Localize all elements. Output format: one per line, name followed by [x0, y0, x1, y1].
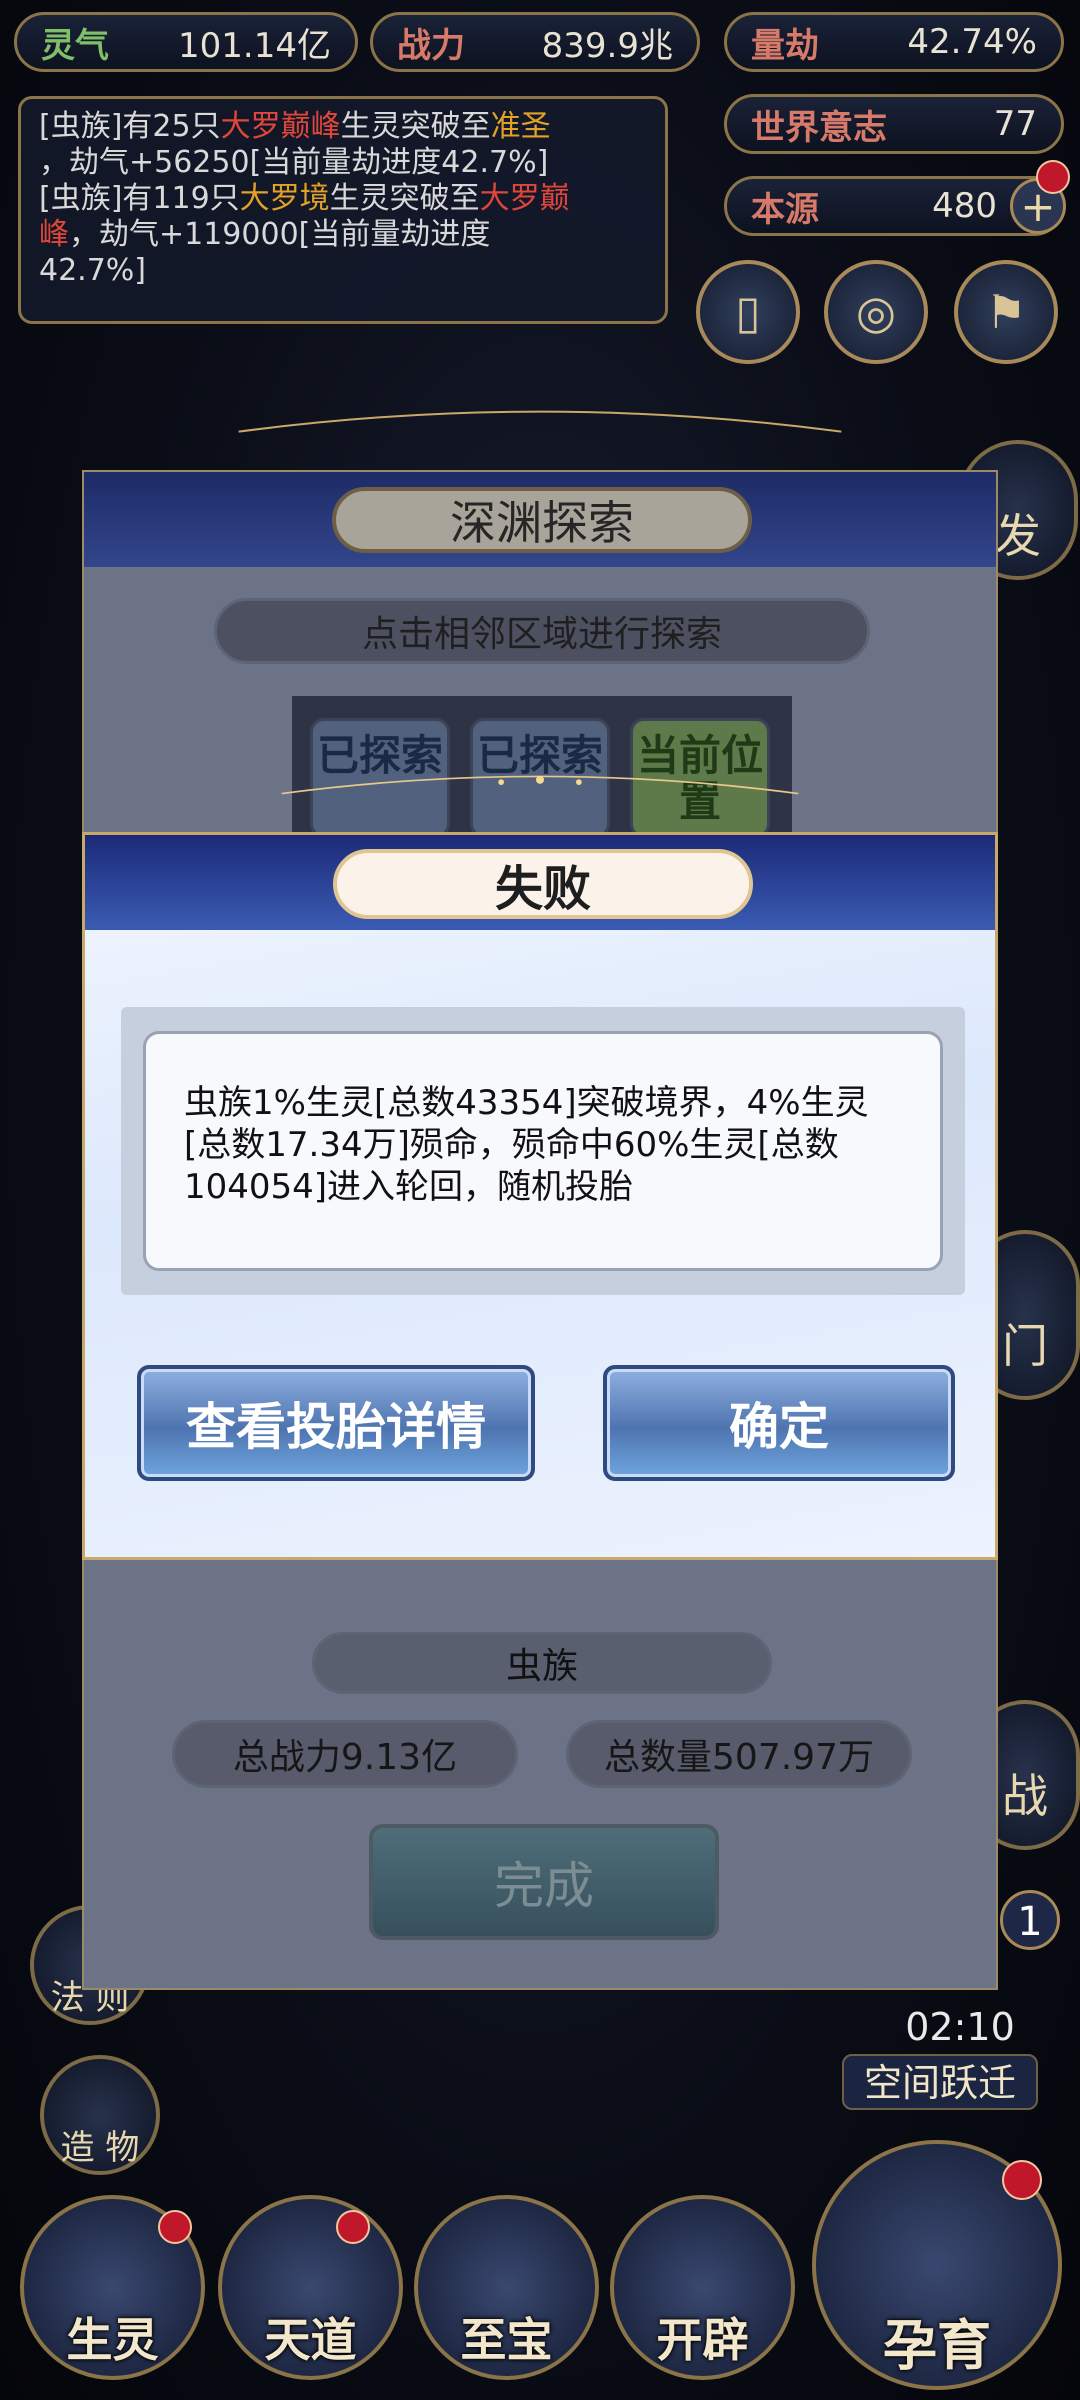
stat-value: 101.14亿: [178, 25, 331, 66]
stat-liangjie[interactable]: 量劫 42.74%: [724, 12, 1064, 72]
stat-label: 本源: [751, 189, 819, 230]
jifa-label: 发: [995, 509, 1041, 563]
nav-label: 生灵: [66, 2313, 159, 2367]
log-text: 生灵突破至: [329, 181, 480, 216]
stat-value: 839.9兆: [541, 25, 673, 66]
notification-dot-icon: [158, 2210, 192, 2244]
explore-title: 深渊探索: [332, 487, 752, 553]
view-detail-button[interactable]: 查看投胎详情: [137, 1365, 535, 1481]
zhan-label: 战: [1002, 1769, 1048, 1823]
log-realm: 大罗巅峰: [220, 109, 341, 144]
stat-lingqi: 灵气 101.14亿: [14, 12, 358, 72]
log-line: [虫族]有25只大罗巅峰生灵突破至准圣 ，劫气+56250[当前量劫进度42.7…: [39, 109, 647, 181]
men-label: 门: [1002, 1319, 1048, 1373]
notification-dot-icon: [1036, 160, 1070, 194]
log-line: [虫族]有119只大罗境生灵突破至大罗巅 峰，劫气+119000[当前量劫进度 …: [39, 181, 647, 289]
stat-label: 战力: [397, 25, 465, 66]
log-text: ，劫气+56250[当前量劫进度42.7%]: [39, 145, 549, 180]
dialog-ornament: [281, 775, 799, 795]
message-frame: 虫族1%生灵[总数43354]突破境界，4%生灵[总数17.34万]殒命，殒命中…: [121, 1007, 965, 1295]
done-button[interactable]: 完成: [369, 1824, 719, 1940]
stat-value: 42.74%: [907, 22, 1037, 62]
stat-shijie[interactable]: 世界意志 77: [724, 94, 1064, 154]
total-count: 总数量507.97万: [566, 1720, 912, 1788]
log-text: 42.7%]: [39, 253, 147, 288]
explore-hint: 点击相邻区域进行探索: [214, 598, 870, 664]
panel-ornament: [238, 410, 842, 433]
total-power: 总战力9.13亿: [172, 1720, 518, 1788]
jump-timer: 02:10: [905, 2005, 1015, 2049]
log-text: [虫族]有25只: [39, 109, 221, 144]
dialog-title: 失败: [333, 849, 753, 919]
log-realm: 大罗境: [239, 181, 330, 216]
nav-zhibao[interactable]: 至宝: [414, 2195, 599, 2380]
confirm-button[interactable]: 确定: [603, 1365, 955, 1481]
nav-label: 开辟: [656, 2313, 749, 2367]
race-name: 虫族: [312, 1632, 772, 1694]
log-realm: 大罗巅: [479, 181, 570, 216]
vortex-icon[interactable]: ◎: [824, 260, 928, 364]
notification-dot-icon: [1002, 2160, 1042, 2200]
dialog-message: 虫族1%生灵[总数43354]突破境界，4%生灵[总数17.34万]殒命，殒命中…: [143, 1031, 943, 1271]
nav-label: 至宝: [460, 2313, 553, 2367]
stat-label: 世界意志: [751, 107, 887, 148]
log-realm: 准圣: [490, 109, 551, 144]
event-log: [虫族]有25只大罗巅峰生灵突破至准圣 ，劫气+56250[当前量劫进度42.7…: [18, 96, 668, 324]
space-jump-button[interactable]: 空间跃迁: [842, 2054, 1038, 2110]
stat-label: 量劫: [751, 25, 819, 66]
nav-kaipi[interactable]: 开辟: [610, 2195, 795, 2380]
nav-tiandao[interactable]: 天道: [218, 2195, 403, 2380]
stat-zhanli: 战力 839.9兆: [370, 12, 700, 72]
log-text: 生灵突破至: [340, 109, 491, 144]
zao-wu-button[interactable]: 造 物: [40, 2055, 160, 2175]
log-realm: 峰: [39, 217, 69, 252]
result-dialog: 失败 虫族1%生灵[总数43354]突破境界，4%生灵[总数17.34万]殒命，…: [82, 832, 998, 1560]
stat-value: 480: [932, 186, 997, 226]
yunyu-label: 孕育: [883, 2314, 991, 2377]
zao-wu-label: 造 物: [60, 2128, 140, 2168]
notification-dot-icon: [336, 2210, 370, 2244]
count-badge: 1: [1000, 1890, 1060, 1950]
log-text: ，劫气+119000[当前量劫进度: [69, 217, 491, 252]
stat-value: 77: [993, 104, 1037, 144]
log-text: [虫族]有119只: [39, 181, 240, 216]
card-icon[interactable]: ▯: [696, 260, 800, 364]
nav-label: 天道: [264, 2313, 357, 2367]
flag-icon[interactable]: ⚑: [954, 260, 1058, 364]
stat-label: 灵气: [41, 25, 109, 66]
